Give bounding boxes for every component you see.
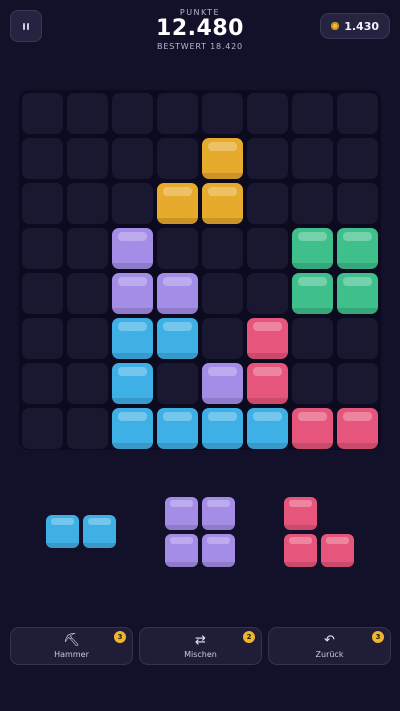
board-cell[interactable] (67, 183, 108, 224)
best-score-label: BESTWERT (157, 42, 207, 51)
placed-block-purple (202, 363, 243, 404)
placed-block-purple (157, 273, 198, 314)
board-cell[interactable] (247, 93, 288, 134)
board-cell[interactable] (247, 183, 288, 224)
game-board[interactable] (19, 90, 381, 450)
board-cell[interactable] (202, 318, 243, 359)
coin-value: 1.430 (344, 19, 379, 33)
board-cell[interactable] (22, 318, 63, 359)
placed-block-blue (112, 408, 153, 449)
hammer-button[interactable]: ⛏ Hammer 3 (10, 627, 133, 665)
placed-block-pink (247, 318, 288, 359)
best-score: BESTWERT 18.420 (0, 42, 400, 51)
piece-block (284, 534, 317, 567)
placed-block-green (337, 228, 378, 269)
coin-icon (331, 22, 340, 30)
coin-counter[interactable]: 1.430 (320, 13, 390, 39)
placed-block-blue (247, 408, 288, 449)
board-cell[interactable] (67, 138, 108, 179)
undo-button[interactable]: ↶ Zurück 3 (268, 627, 391, 665)
board-cell[interactable] (22, 273, 63, 314)
board-cell[interactable] (292, 318, 333, 359)
piece-block (165, 534, 198, 567)
board-cell[interactable] (292, 363, 333, 404)
board-cell[interactable] (247, 228, 288, 269)
best-score-value: 18.420 (210, 42, 243, 51)
powerup-label: Mischen (184, 649, 217, 659)
placed-block-yellow (202, 138, 243, 179)
piece-block (202, 534, 235, 567)
placed-block-purple (112, 273, 153, 314)
undo-icon: ↶ (324, 632, 335, 648)
board-cell[interactable] (22, 138, 63, 179)
placed-block-blue (202, 408, 243, 449)
board-cell[interactable] (22, 408, 63, 449)
count-badge: 3 (372, 631, 384, 643)
board-cell[interactable] (337, 318, 378, 359)
placed-block-blue (112, 363, 153, 404)
placed-block-blue (157, 318, 198, 359)
board-cell[interactable] (67, 228, 108, 269)
piece-block (165, 497, 198, 530)
board-cell[interactable] (67, 408, 108, 449)
hammer-icon: ⛏ (63, 632, 80, 648)
board-cell[interactable] (247, 138, 288, 179)
board-cell[interactable] (22, 183, 63, 224)
piece-block (83, 515, 116, 548)
board-cell[interactable] (292, 93, 333, 134)
board-cell[interactable] (337, 138, 378, 179)
board-cell[interactable] (292, 138, 333, 179)
board-cell[interactable] (67, 363, 108, 404)
board-cell[interactable] (67, 273, 108, 314)
placed-block-yellow (157, 183, 198, 224)
board-cell[interactable] (337, 93, 378, 134)
shuffle-icon: ⇄ (195, 632, 206, 648)
powerup-label: Zurück (315, 649, 344, 659)
powerup-label: Hammer (54, 649, 89, 659)
board-cell[interactable] (22, 93, 63, 134)
placed-block-green (337, 273, 378, 314)
shuffle-button[interactable]: ⇄ Mischen 2 (139, 627, 262, 665)
placed-block-blue (157, 408, 198, 449)
board-cell[interactable] (157, 363, 198, 404)
board-cell[interactable] (292, 183, 333, 224)
board-cell[interactable] (112, 183, 153, 224)
piece-block (46, 515, 79, 548)
board-cell[interactable] (112, 138, 153, 179)
placed-block-green (292, 228, 333, 269)
board-cell[interactable] (22, 228, 63, 269)
board-cell[interactable] (67, 318, 108, 359)
piece-block (321, 534, 354, 567)
board-cell[interactable] (157, 228, 198, 269)
piece-block (284, 497, 317, 530)
placed-block-pink (247, 363, 288, 404)
board-cell[interactable] (337, 183, 378, 224)
board-cell[interactable] (67, 93, 108, 134)
board-cell[interactable] (22, 363, 63, 404)
placed-block-blue (112, 318, 153, 359)
placed-block-yellow (202, 183, 243, 224)
board-cell[interactable] (157, 138, 198, 179)
placed-block-green (292, 273, 333, 314)
count-badge: 3 (114, 631, 126, 643)
board-cell[interactable] (337, 363, 378, 404)
board-cell[interactable] (202, 93, 243, 134)
placed-block-pink (292, 408, 333, 449)
board-cell[interactable] (112, 93, 153, 134)
placed-block-pink (337, 408, 378, 449)
placed-block-purple (112, 228, 153, 269)
board-cell[interactable] (202, 273, 243, 314)
board-cell[interactable] (157, 93, 198, 134)
board-cell[interactable] (202, 228, 243, 269)
board-cell[interactable] (247, 273, 288, 314)
count-badge: 2 (243, 631, 255, 643)
piece-block (202, 497, 235, 530)
